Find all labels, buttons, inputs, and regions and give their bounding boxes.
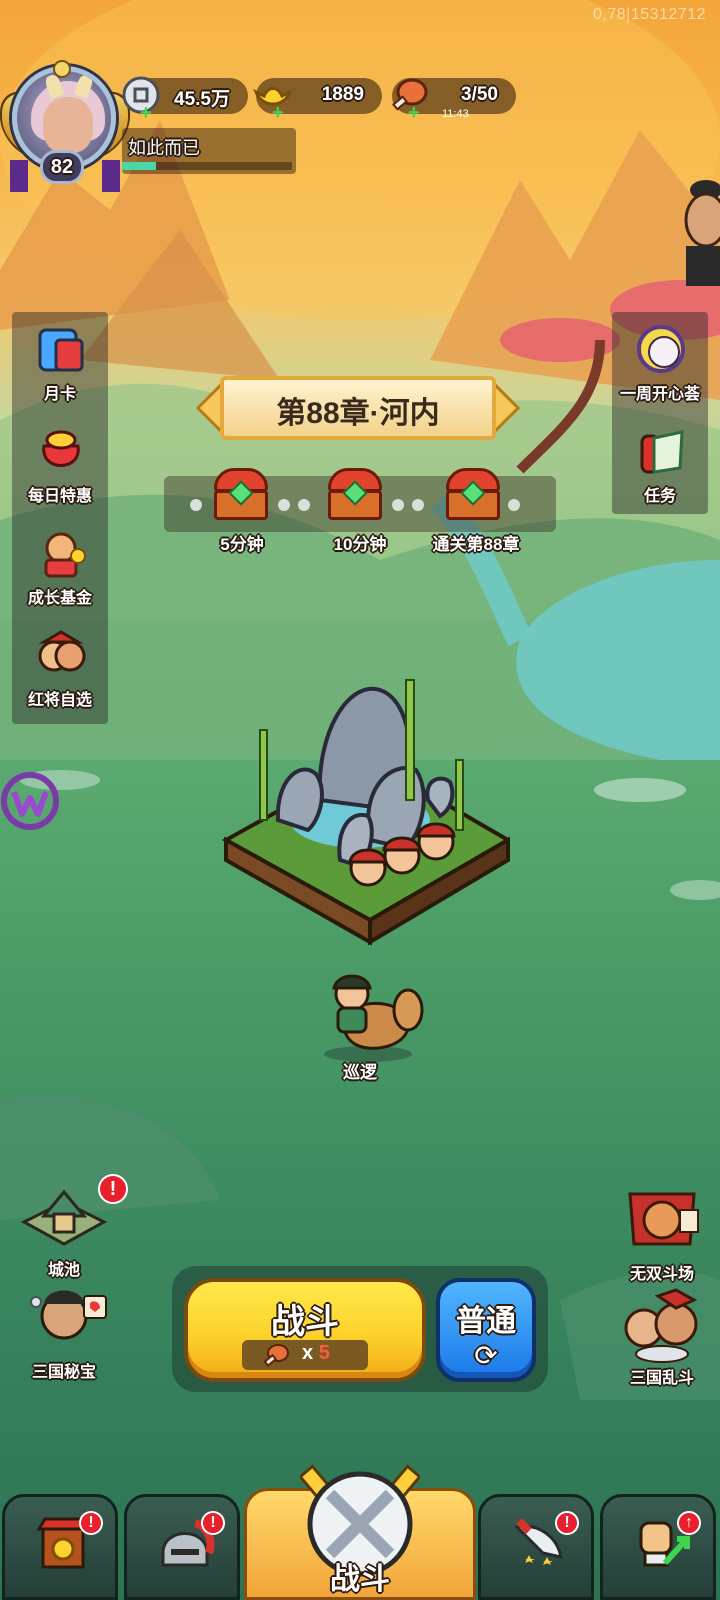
progress-dot xyxy=(278,499,290,511)
progress-dot xyxy=(412,499,424,511)
refresh-icon: ⟳ xyxy=(474,1340,498,1371)
exp-bar xyxy=(122,162,292,170)
player-level-badge: 82 xyxy=(40,150,84,184)
nav-tab-formation[interactable]: ! xyxy=(478,1494,594,1600)
silver-resource[interactable]: + 45.5万 xyxy=(122,76,248,123)
shop-alert-badge: ! xyxy=(79,1511,103,1535)
menu-label: 一周开心荟 xyxy=(619,386,700,403)
stage-diorama[interactable] xyxy=(220,670,510,960)
avatar-ribbon-left xyxy=(10,160,28,192)
battle-cost-label: x 5 xyxy=(302,1342,330,1365)
heroes-alert-badge: ! xyxy=(201,1511,225,1535)
menu-label: 每日特惠 xyxy=(27,488,92,505)
mode-label: 普通 xyxy=(456,1305,516,1338)
debug-readout: 0,78|15312712 xyxy=(593,6,706,23)
avatar-face xyxy=(43,97,93,153)
silver-amount: 45.5万 xyxy=(174,89,230,110)
gold-amount: 1889 xyxy=(321,84,364,105)
progress-dot xyxy=(190,499,202,511)
city-label: 城池 xyxy=(47,1262,80,1279)
enemy-soldier-icon xyxy=(382,836,422,875)
chest-label: 通关第88章 xyxy=(432,535,520,554)
monthly-card-icon xyxy=(38,328,84,372)
battle-cost: x 5 xyxy=(242,1340,368,1370)
stamina-amount: 3/50 xyxy=(461,84,498,105)
battle-button[interactable]: 战斗 x 5 xyxy=(184,1278,426,1382)
nav-battle-label: 战斗 xyxy=(330,1563,390,1596)
chest-5min[interactable] xyxy=(212,468,270,522)
progress-dot xyxy=(508,499,520,511)
overlay-logo-icon[interactable] xyxy=(0,770,62,832)
add-gold-icon[interactable]: + xyxy=(272,103,286,123)
menu-red-general[interactable]: 红将自选 xyxy=(12,624,108,724)
treasure-merchant-icon xyxy=(30,1290,107,1340)
weekly-event-icon xyxy=(637,325,685,373)
avatar-crest-icon xyxy=(53,60,71,78)
progress-dot xyxy=(298,499,310,511)
progress-dot xyxy=(392,499,404,511)
enemy-soldier-icon xyxy=(348,848,388,887)
brawl-generals-icon xyxy=(624,1288,698,1363)
stamina-resource[interactable]: + 3/50 11:43 xyxy=(392,78,516,123)
chest-progress-track xyxy=(164,468,556,532)
arena-warrior-icon xyxy=(628,1192,699,1246)
right-side-menu: 一周开心荟 任务 xyxy=(612,312,708,514)
nav-tab-heroes[interactable]: ! xyxy=(124,1494,240,1600)
growth-fund-icon xyxy=(44,532,86,578)
advisor-character-icon[interactable] xyxy=(672,176,720,286)
nav-tab-shop[interactable]: ! xyxy=(2,1494,118,1600)
brawl-button[interactable]: 三国乱斗 xyxy=(612,1288,712,1388)
add-stamina-icon[interactable]: + xyxy=(408,103,422,123)
add-silver-icon[interactable]: + xyxy=(140,103,154,123)
menu-weekly-event[interactable]: 一周开心荟 xyxy=(612,318,708,418)
patrol-hero-on-horse[interactable] xyxy=(308,970,428,1062)
difficulty-mode-button[interactable]: 普通 ⟳ xyxy=(436,1278,536,1382)
exp-bar-fill xyxy=(122,162,156,170)
cost-multiplier: x xyxy=(302,1342,314,1364)
battle-label: 战斗 xyxy=(271,1303,339,1341)
treasure-label: 三国秘宝 xyxy=(31,1364,96,1381)
chest-10min[interactable] xyxy=(326,468,384,522)
patrol-label: 巡逻 xyxy=(343,1063,377,1082)
menu-growth-fund[interactable]: 成长基金 xyxy=(12,522,108,622)
player-name: 如此而已 xyxy=(128,138,200,158)
menu-daily-deal[interactable]: 每日特惠 xyxy=(12,420,108,520)
menu-monthly-card[interactable]: 月卡 xyxy=(12,318,108,418)
nav-tab-upgrade[interactable]: ↑ xyxy=(600,1494,716,1600)
quest-scroll-icon xyxy=(640,430,684,474)
brawl-label: 三国乱斗 xyxy=(629,1370,694,1387)
treasure-button[interactable]: 三国秘宝 xyxy=(14,1282,114,1382)
stamina-timer: 11:43 xyxy=(442,108,469,120)
menu-label: 任务 xyxy=(643,488,676,505)
chapter-banner: 第88章·河内 xyxy=(195,370,521,446)
daily-deal-gift-bag-icon xyxy=(42,430,80,467)
chapter-title: 第88章·河内 xyxy=(276,397,440,430)
menu-label: 成长基金 xyxy=(27,590,92,607)
menu-label: 红将自选 xyxy=(27,692,92,709)
chest-chapter-clear[interactable] xyxy=(444,468,502,522)
meat-drumstick-icon xyxy=(263,1344,289,1367)
city-button[interactable]: ! 城池 xyxy=(14,1174,128,1280)
gold-resource[interactable]: + 1889 xyxy=(253,78,382,123)
formation-alert-badge: ! xyxy=(555,1511,579,1535)
player-name-bar[interactable]: 如此而已 xyxy=(122,128,296,174)
arena-label: 无双斗场 xyxy=(629,1266,694,1283)
enemy-soldier-icon xyxy=(416,822,456,861)
cost-value: 5 xyxy=(318,1342,330,1364)
city-castle-icon xyxy=(20,1189,108,1246)
arena-button[interactable]: 无双斗场 xyxy=(612,1184,712,1284)
city-alert-badge: ! xyxy=(98,1174,128,1204)
avatar-ribbon-right xyxy=(102,160,120,192)
menu-quests[interactable]: 任务 xyxy=(612,420,708,520)
upgrade-alert-badge: ↑ xyxy=(677,1511,701,1535)
left-side-menu: 月卡 每日特惠 成长基金 红将自选 xyxy=(12,312,108,724)
red-general-select-icon xyxy=(38,630,86,672)
menu-label: 月卡 xyxy=(43,386,76,403)
